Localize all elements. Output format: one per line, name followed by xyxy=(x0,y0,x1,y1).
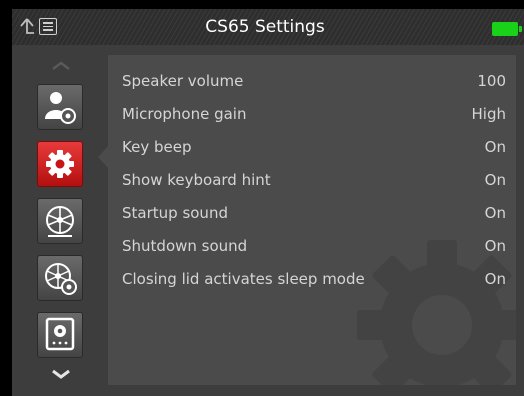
setting-label: Key beep xyxy=(122,138,192,156)
sidebar-item-settings[interactable] xyxy=(37,141,83,187)
setting-value: On xyxy=(484,171,506,189)
sidebar xyxy=(12,55,108,385)
setting-value: High xyxy=(471,105,506,123)
sidebar-item-device-settings[interactable] xyxy=(37,312,83,358)
device-screen: CS65 Settings Speaker volume 100 Microph… xyxy=(12,9,524,396)
setting-label: Closing lid activates sleep mode xyxy=(122,270,365,288)
setting-row-key-beep[interactable]: Key beep On xyxy=(122,135,506,159)
scroll-down-icon[interactable] xyxy=(50,368,72,380)
setting-row-lid-sleep-mode[interactable]: Closing lid activates sleep mode On xyxy=(122,267,506,291)
setting-row-startup-sound[interactable]: Startup sound On xyxy=(122,201,506,225)
setting-value: 100 xyxy=(477,72,506,90)
setting-label: Show keyboard hint xyxy=(122,171,271,189)
setting-label: Startup sound xyxy=(122,204,228,222)
setting-row-keyboard-hint[interactable]: Show keyboard hint On xyxy=(122,168,506,192)
setting-label: Microphone gain xyxy=(122,105,247,123)
battery-icon xyxy=(492,22,522,36)
sidebar-item-reel[interactable] xyxy=(37,198,83,244)
scroll-up-icon[interactable] xyxy=(50,61,72,71)
title-bar: CS65 Settings xyxy=(12,9,524,45)
setting-label: Shutdown sound xyxy=(122,237,248,255)
setting-row-microphone-gain[interactable]: Microphone gain High xyxy=(122,102,506,126)
device-settings-icon xyxy=(45,317,75,351)
setting-value: On xyxy=(484,138,506,156)
setting-value: On xyxy=(484,270,506,288)
reel-settings-icon xyxy=(45,263,77,295)
setting-value: On xyxy=(484,204,506,222)
setting-label: Speaker volume xyxy=(122,72,244,90)
sidebar-item-user-settings[interactable] xyxy=(37,84,83,130)
sidebar-item-reel-settings[interactable] xyxy=(37,255,83,301)
setting-row-shutdown-sound[interactable]: Shutdown sound On xyxy=(122,234,506,258)
reel-icon xyxy=(46,206,74,237)
gear-icon xyxy=(46,150,74,178)
setting-row-speaker-volume[interactable]: Speaker volume 100 xyxy=(122,69,506,93)
page-title: CS65 Settings xyxy=(205,17,325,37)
settings-panel: Speaker volume 100 Microphone gain High … xyxy=(108,55,516,385)
setting-value: On xyxy=(484,237,506,255)
user-settings-icon xyxy=(45,92,76,124)
